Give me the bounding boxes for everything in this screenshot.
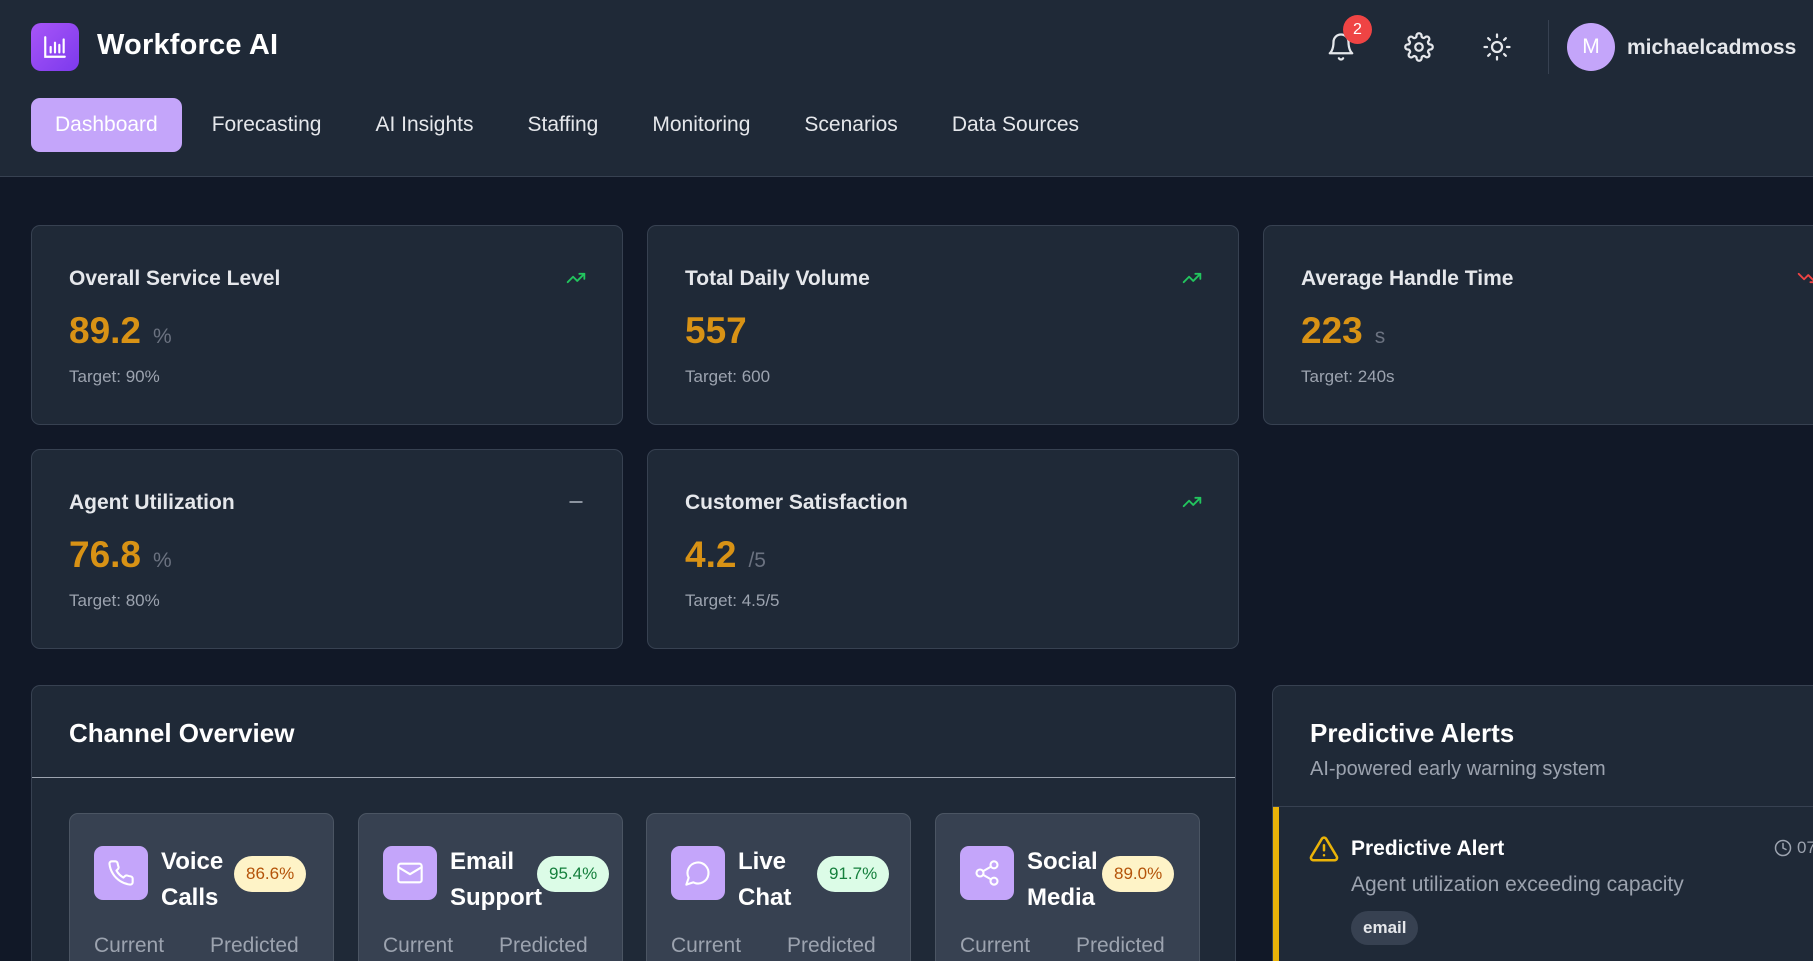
channel-card-voice-calls[interactable]: Voice Calls 86.6% Current Predicted xyxy=(69,813,334,961)
kpi-target: Target: 4.5/5 xyxy=(685,591,780,610)
kpi-value: 76.8 xyxy=(69,534,142,575)
channel-card-social-media[interactable]: Social Media 89.0% Current Predicted xyxy=(935,813,1200,961)
kpi-unit: /5 xyxy=(748,549,766,572)
kpi-value: 557 xyxy=(685,310,747,351)
kpi-target: Target: 80% xyxy=(69,591,160,610)
mail-icon xyxy=(397,862,423,884)
settings-button[interactable] xyxy=(1398,26,1440,68)
channel-icon-box xyxy=(383,846,437,900)
logo[interactable] xyxy=(31,23,79,71)
channel-icon-box xyxy=(960,846,1014,900)
tab-staffing[interactable]: Staffing xyxy=(504,98,623,152)
main-nav: Dashboard Forecasting AI Insights Staffi… xyxy=(31,98,1109,152)
kpi-title: Overall Service Level xyxy=(69,267,281,290)
kpi-value: 4.2 xyxy=(685,534,737,575)
alert-item[interactable]: Predictive Alert 07: Agent utilization e… xyxy=(1273,807,1813,961)
kpi-value: 223 xyxy=(1301,310,1363,351)
share-icon xyxy=(975,860,999,886)
current-label: Current xyxy=(383,934,454,957)
tab-data-sources[interactable]: Data Sources xyxy=(928,98,1103,152)
bar-chart-icon xyxy=(44,36,66,58)
trending-up-icon xyxy=(1182,496,1202,508)
channel-card-email-support[interactable]: Email Support 95.4% Current Predicted xyxy=(358,813,623,961)
kpi-target: Target: 90% xyxy=(69,367,160,386)
predicted-label: Predicted xyxy=(499,934,588,957)
channel-name: Live Chat xyxy=(738,848,792,911)
header-divider xyxy=(1548,20,1549,74)
panel-title: Channel Overview xyxy=(69,718,295,748)
channel-rate-badge: 95.4% xyxy=(537,856,610,892)
current-label: Current xyxy=(671,934,742,957)
avatar[interactable]: M xyxy=(1567,23,1615,71)
kpi-card-service-level: Overall Service Level 89.2 % Target: 90% xyxy=(31,225,623,425)
current-label: Current xyxy=(94,934,165,957)
clock-icon xyxy=(1774,839,1792,857)
tab-monitoring[interactable]: Monitoring xyxy=(628,98,774,152)
theme-toggle-button[interactable] xyxy=(1476,26,1518,68)
channel-card-live-chat[interactable]: Live Chat 91.7% Current Predicted xyxy=(646,813,911,961)
phone-icon xyxy=(108,860,134,886)
channel-rate-badge: 91.7% xyxy=(817,856,890,892)
notification-count-badge: 2 xyxy=(1343,15,1372,44)
kpi-title: Customer Satisfaction xyxy=(685,491,908,514)
kpi-target: Target: 240s xyxy=(1301,367,1395,386)
channel-icon-box xyxy=(671,846,725,900)
kpi-value: 89.2 xyxy=(69,310,142,351)
channel-rate-badge: 86.6% xyxy=(234,856,307,892)
kpi-card-customer-satisfaction: Customer Satisfaction 4.2 /5 Target: 4.5… xyxy=(647,449,1239,649)
channel-overview-panel: Channel Overview Voice Calls 86.6% Curre… xyxy=(31,685,1236,961)
tab-ai-insights[interactable]: AI Insights xyxy=(351,98,497,152)
username[interactable]: michaelcadmoss xyxy=(1627,36,1796,60)
trending-up-icon xyxy=(566,272,586,284)
alert-time: 07: xyxy=(1774,838,1813,858)
panel-subtitle: AI-powered early warning system xyxy=(1310,758,1606,780)
kpi-card-agent-utilization: Agent Utilization 76.8 % Target: 80% xyxy=(31,449,623,649)
kpi-value-row: 223 s xyxy=(1301,310,1385,352)
gear-icon xyxy=(1404,32,1434,62)
tab-forecasting[interactable]: Forecasting xyxy=(188,98,346,152)
kpi-title: Agent Utilization xyxy=(69,491,235,514)
channel-rate-badge: 89.0% xyxy=(1102,856,1175,892)
kpi-unit: s xyxy=(1374,325,1386,348)
kpi-card-handle-time: Average Handle Time 223 s Target: 240s xyxy=(1263,225,1813,425)
alert-description: Agent utilization exceeding capacity xyxy=(1351,873,1684,896)
kpi-value-row: 76.8 % xyxy=(69,534,172,576)
predictive-alerts-panel: Predictive Alerts AI-powered early warni… xyxy=(1272,685,1813,961)
kpi-value-row: 89.2 % xyxy=(69,310,172,352)
kpi-value-row: 4.2 /5 xyxy=(685,534,766,576)
alert-time-text: 07: xyxy=(1797,838,1813,857)
trending-down-icon xyxy=(1797,272,1813,284)
channel-name: Social Media xyxy=(1027,848,1098,911)
channel-icon-box xyxy=(94,846,148,900)
minus-icon xyxy=(569,501,583,503)
channel-name: Voice Calls xyxy=(161,848,224,911)
kpi-unit: % xyxy=(153,549,172,572)
kpi-value-row: 557 xyxy=(685,310,759,352)
predicted-label: Predicted xyxy=(1076,934,1165,957)
trending-up-icon xyxy=(1182,272,1202,284)
kpi-unit: % xyxy=(153,325,172,348)
panel-title: Predictive Alerts xyxy=(1310,718,1515,748)
current-label: Current xyxy=(960,934,1031,957)
kpi-title: Average Handle Time xyxy=(1301,267,1514,290)
kpi-title: Total Daily Volume xyxy=(685,267,870,290)
divider xyxy=(32,777,1235,778)
sun-icon xyxy=(1483,33,1511,61)
app-title: Workforce AI xyxy=(97,29,279,61)
tab-scenarios[interactable]: Scenarios xyxy=(780,98,921,152)
app-header: Workforce AI 2 M michaelcadmoss Dashboar… xyxy=(0,0,1813,177)
channel-name: Email Support xyxy=(450,848,542,911)
alert-title: Predictive Alert xyxy=(1351,837,1505,860)
kpi-target: Target: 600 xyxy=(685,367,771,386)
chat-icon xyxy=(685,861,710,886)
alert-channel-tag: email xyxy=(1351,911,1419,945)
warning-icon xyxy=(1309,836,1339,862)
predicted-label: Predicted xyxy=(787,934,876,957)
kpi-card-daily-volume: Total Daily Volume 557 Target: 600 xyxy=(647,225,1239,425)
predicted-label: Predicted xyxy=(210,934,299,957)
tab-dashboard[interactable]: Dashboard xyxy=(31,98,182,152)
